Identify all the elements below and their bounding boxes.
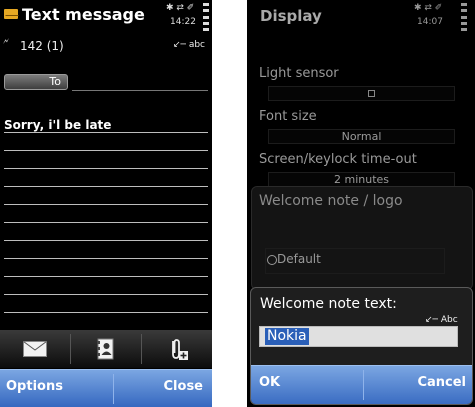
message-line [4, 150, 208, 151]
welcome-note-label: Welcome note / logo [259, 193, 403, 209]
pen-icon: ↙─ [173, 40, 189, 50]
timeout-value[interactable]: 2 minutes [268, 172, 455, 187]
cancel-softkey[interactable]: Cancel [417, 375, 466, 390]
message-line [4, 204, 208, 205]
contacts-icon [97, 338, 114, 360]
message-line [4, 240, 208, 241]
to-button[interactable]: To [4, 74, 68, 90]
battery-icon [203, 3, 209, 31]
light-sensor-slider[interactable] [268, 86, 455, 101]
font-size-label: Font size [259, 109, 317, 124]
page-title: Text message [22, 5, 145, 24]
add-recipient-button[interactable] [71, 330, 141, 368]
envelope-icon [23, 341, 47, 357]
status-icons: ✱ ⇄ ✐ [414, 3, 443, 13]
slider-thumb[interactable] [368, 90, 375, 97]
input-mode-indicator: ↙─ Abc [425, 315, 458, 325]
timeout-label: Screen/keylock time-out [259, 152, 417, 167]
recipient-field[interactable] [72, 90, 208, 91]
font-size-value[interactable]: Normal [268, 129, 455, 144]
signal-icon: 🗲 [3, 37, 9, 47]
default-option-label: Default [277, 252, 321, 266]
message-line [4, 258, 208, 259]
message-line [4, 312, 208, 313]
send-button[interactable] [0, 330, 70, 368]
welcome-note-input[interactable]: Nokia [259, 326, 458, 347]
clock: 14:07 [417, 17, 443, 27]
message-line [4, 276, 208, 277]
selected-text[interactable]: Nokia [265, 328, 309, 345]
clock: 14:22 [170, 17, 196, 27]
message-line [4, 168, 208, 169]
softkey-bar: Options Close [0, 369, 212, 407]
welcome-note-dialog: Welcome note text: ↙─ Abc Nokia OK Cance… [250, 287, 473, 405]
close-softkey[interactable]: Close [164, 379, 203, 394]
message-line [4, 186, 208, 187]
insert-attachment-button[interactable] [142, 330, 212, 368]
options-softkey[interactable]: Options [6, 379, 63, 394]
page-title: Display [260, 7, 322, 25]
dialog-title: Welcome note text: [260, 296, 397, 312]
input-mode-indicator: ↙─ abc [173, 40, 206, 50]
toolbar [0, 330, 212, 368]
battery-icon [461, 3, 467, 31]
ok-softkey[interactable]: OK [259, 375, 280, 390]
message-envelope-icon [4, 9, 19, 19]
radio-button[interactable] [267, 255, 277, 265]
message-line [4, 294, 208, 295]
message-line [4, 222, 208, 223]
display-settings-screen: Display ✱ ⇄ ✐ 14:07 Light sensor Font si… [247, 0, 475, 407]
char-counter: 142 (1) [20, 39, 64, 53]
pen-icon: ↙─ [425, 315, 441, 325]
dialog-softkey-bar: OK Cancel [251, 365, 472, 404]
message-body[interactable]: Sorry, i'l be late [4, 118, 111, 132]
message-line [4, 132, 208, 133]
light-sensor-label: Light sensor [259, 66, 339, 81]
attachment-icon [172, 339, 188, 360]
status-icons: ✱ ⇄ ✐ [166, 3, 195, 13]
text-message-screen: Text message ✱ ⇄ ✐ 14:22 🗲 142 (1) ↙─ ab… [0, 0, 212, 407]
